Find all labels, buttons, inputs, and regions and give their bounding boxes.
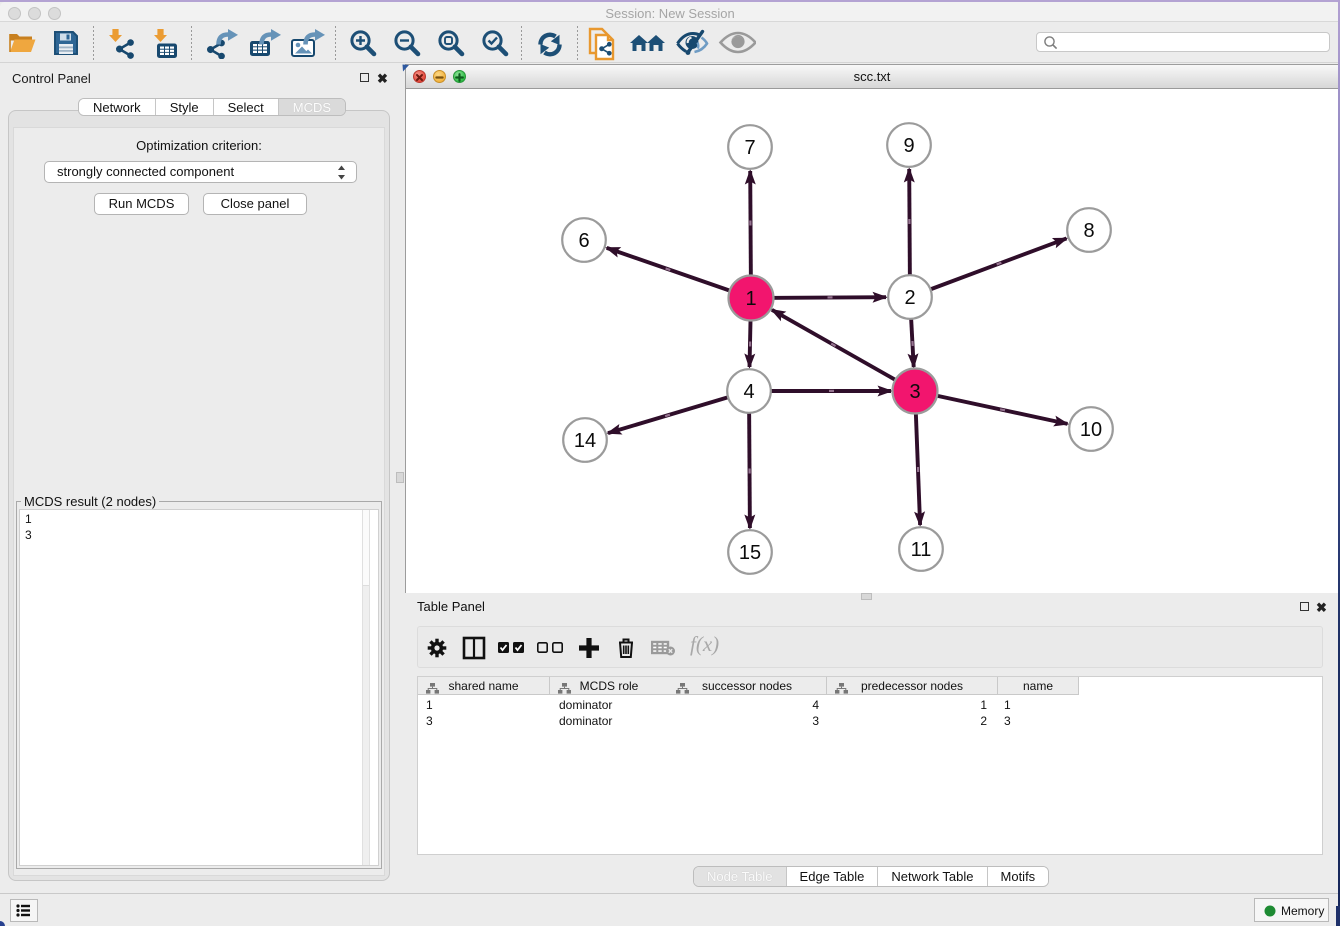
svg-text:14: 14	[574, 430, 596, 452]
svg-text:4: 4	[743, 381, 754, 403]
svg-text:10: 10	[1080, 419, 1102, 441]
svg-text:3: 3	[909, 381, 920, 403]
svg-text:7: 7	[744, 137, 755, 159]
svg-text:2: 2	[904, 287, 915, 309]
svg-text:11: 11	[911, 539, 932, 561]
svg-text:15: 15	[739, 542, 761, 564]
svg-text:1: 1	[745, 288, 756, 310]
svg-text:6: 6	[578, 230, 589, 252]
svg-text:8: 8	[1083, 220, 1094, 242]
svg-text:9: 9	[903, 135, 914, 157]
